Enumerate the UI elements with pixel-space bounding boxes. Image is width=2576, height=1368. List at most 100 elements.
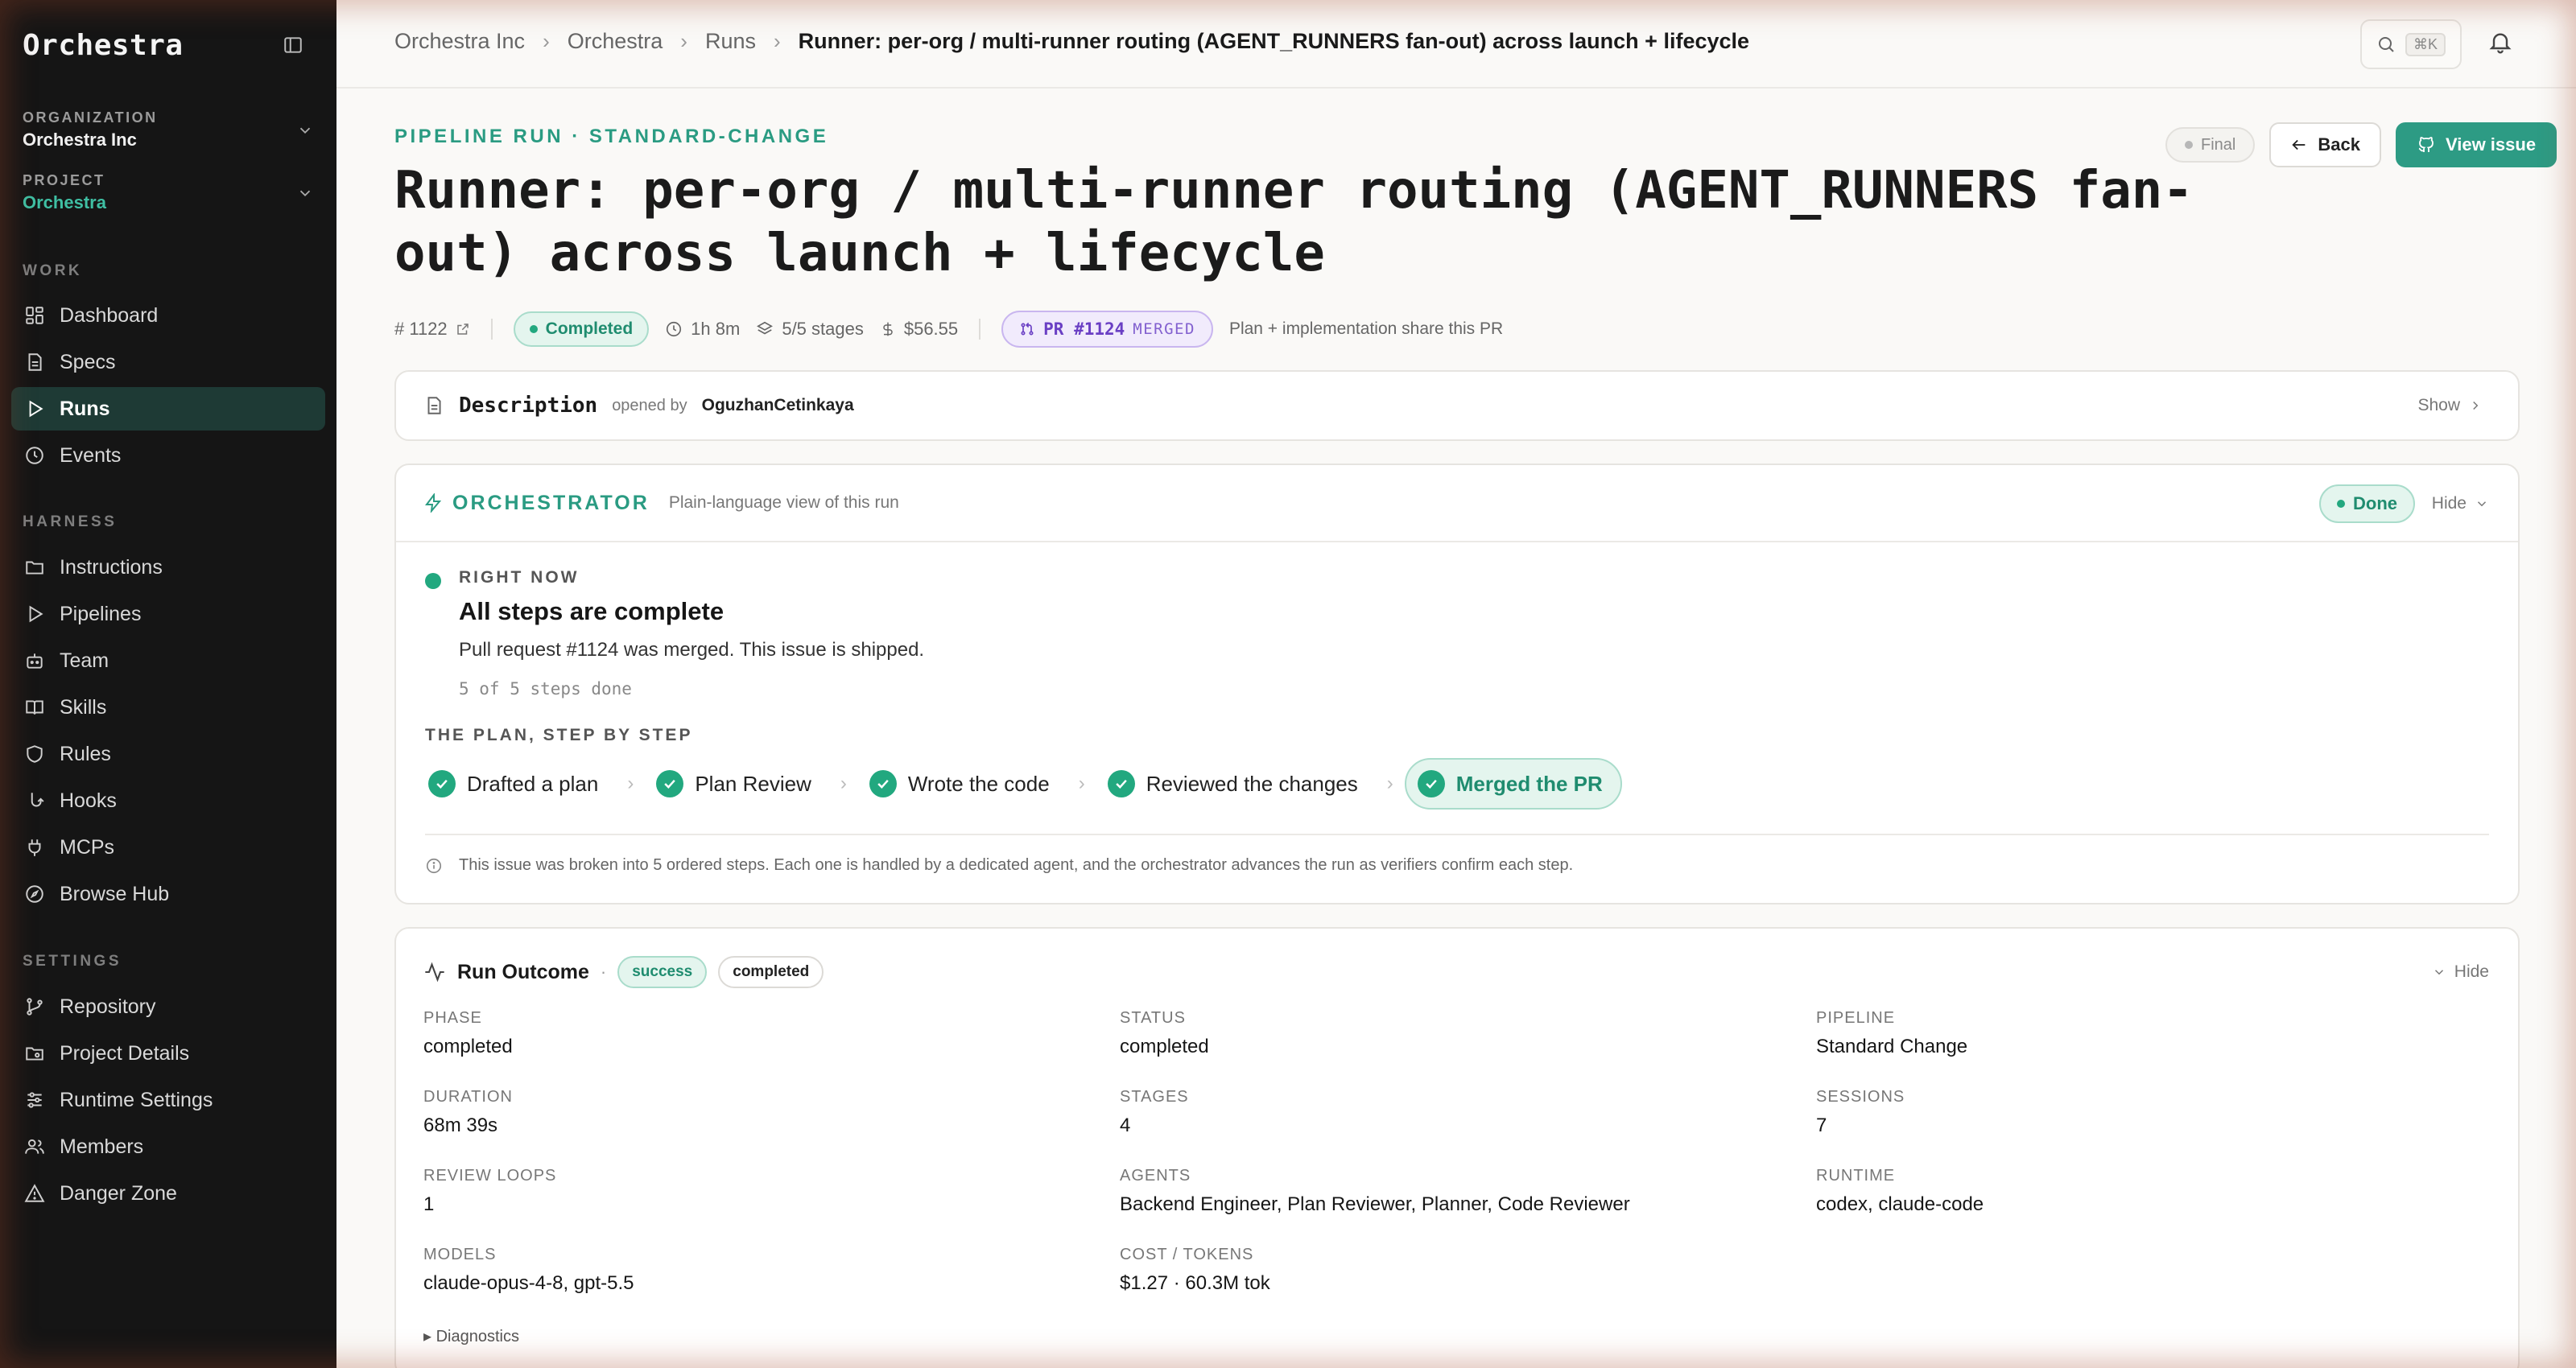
sidebar-item-label: Danger Zone [60, 1181, 177, 1205]
show-button[interactable]: Show [2417, 396, 2483, 415]
sidebar-item-danger-zone[interactable]: Danger Zone [11, 1172, 325, 1215]
status-dot [2185, 141, 2193, 149]
sidebar-item-rules[interactable]: Rules [11, 732, 325, 776]
pr-note: Plan + implementation share this PR [1228, 319, 1504, 338]
orchestrator-note-text: This issue was broken into 5 ordered ste… [459, 856, 1574, 874]
chevron-right-icon [2473, 401, 2479, 410]
sidebar-item-mcps[interactable]: MCPs [11, 826, 325, 869]
issue-link[interactable]: # 1122 [394, 319, 470, 340]
hide-label: Hide [2454, 962, 2489, 981]
plan-step[interactable]: Reviewed the changes [1096, 758, 1376, 810]
run-outcome-title: Run Outcome [457, 960, 589, 983]
author-name: OguzhanCetinkaya [701, 396, 854, 414]
brand-logo[interactable]: Orchestra [23, 29, 184, 62]
organization-switcher[interactable]: ORGANIZATION Orchestra Inc [23, 109, 314, 150]
field-agents: AGENTS Backend Engineer, Plan Reviewer, … [1120, 1167, 1630, 1216]
sidebar-item-instructions[interactable]: Instructions [11, 546, 325, 589]
sidebar-item-label: Dashboard [60, 303, 159, 327]
info-icon [426, 858, 442, 873]
done-badge: Done [2319, 484, 2415, 523]
header-actions: Final Back View issue [2165, 122, 2557, 167]
breadcrumb-project[interactable]: Orchestra [568, 29, 663, 54]
now-description: Pull request #1124 was merged. This issu… [459, 639, 925, 661]
sidebar-item-team[interactable]: Team [11, 639, 325, 682]
sidebar-item-runs[interactable]: Runs [11, 387, 325, 431]
chevron-right-icon: › [1078, 773, 1085, 794]
sidebar-item-browse-hub[interactable]: Browse Hub [11, 872, 325, 916]
sidebar-item-project-details[interactable]: Project Details [11, 1032, 325, 1075]
breadcrumb-runs[interactable]: Runs [705, 29, 756, 54]
done-text: Done [2353, 493, 2397, 513]
plan-step-current[interactable]: Merged the PR [1404, 758, 1622, 810]
final-label: Final [2201, 135, 2236, 154]
sidebar-item-runtime-settings[interactable]: Runtime Settings [11, 1078, 325, 1122]
field-status: STATUS completed [1120, 1009, 1209, 1058]
sidebar-item-label: Skills [60, 695, 107, 719]
check-icon [428, 770, 456, 797]
sidebar-item-label: Rules [60, 742, 111, 765]
sidebar-item-pipelines[interactable]: Pipelines [11, 592, 325, 636]
diagnostics-toggle[interactable]: ▸ Diagnostics [423, 1326, 519, 1346]
status-dot [2337, 500, 2345, 508]
field-key: MODELS [423, 1246, 497, 1263]
plan-step[interactable]: Wrote the code [858, 758, 1067, 810]
breadcrumb-org[interactable]: Orchestra Inc [394, 29, 525, 54]
users-icon [25, 1139, 44, 1154]
folder-icon [26, 561, 43, 575]
organization-value: Orchestra Inc [23, 130, 137, 150]
field-duration: DURATION 68m 39s [423, 1088, 513, 1137]
stages-meta: 5/5 stages [756, 319, 864, 340]
clock-icon [26, 447, 43, 464]
plan-step[interactable]: Plan Review [645, 758, 829, 810]
project-switcher[interactable]: PROJECT Orchestra [23, 172, 314, 213]
play-icon [29, 400, 43, 418]
hide-button[interactable]: Hide [2432, 962, 2489, 982]
now-title: All steps are complete [459, 597, 724, 625]
breadcrumb: Orchestra Inc › Orchestra › Runs › Runne… [394, 29, 1749, 54]
description-card[interactable]: Description opened by OguzhanCetinkaya S… [394, 370, 2520, 441]
document-icon [427, 397, 441, 414]
show-label: Show [2417, 396, 2460, 414]
sidebar-item-label: Runs [60, 397, 110, 420]
chevron-down-icon [299, 190, 311, 196]
sidebar-item-members[interactable]: Members [11, 1125, 325, 1168]
orchestrator-header: ORCHESTRATOR Plain-language view of this… [396, 465, 2518, 542]
check-icon [1417, 770, 1445, 797]
hide-button[interactable]: Hide [2432, 494, 2489, 513]
breadcrumb-current: Runner: per-org / multi-runner routing (… [798, 29, 1750, 53]
pr-badge[interactable]: PR #1124 MERGED [1001, 311, 1213, 348]
duration-meta: 1h 8m [665, 319, 740, 340]
external-link-icon [456, 323, 469, 335]
sidebar-item-label: Hooks [60, 789, 117, 812]
chevron-down-icon [299, 127, 311, 134]
hook-icon [31, 793, 44, 807]
field-key: COST / TOKENS [1120, 1246, 1254, 1263]
field-value: 1 [423, 1193, 435, 1215]
clock-icon [667, 321, 682, 337]
topbar: Orchestra Inc › Orchestra › Runs › Runne… [336, 0, 2576, 89]
view-issue-button[interactable]: View issue [2395, 122, 2557, 167]
steps-done-count: 5 of 5 steps done [459, 679, 632, 698]
sidebar-item-repository[interactable]: Repository [11, 985, 325, 1028]
plan-step[interactable]: Drafted a plan [417, 758, 616, 810]
sidebar-item-dashboard[interactable]: Dashboard [11, 294, 325, 337]
sidebar-item-label: MCPs [60, 835, 115, 859]
sidebar-item-skills[interactable]: Skills [11, 686, 325, 729]
sidebar-toggle-icon[interactable] [277, 29, 309, 61]
git-branch-icon [27, 998, 43, 1016]
field-key: STAGES [1120, 1088, 1189, 1106]
check-icon [869, 770, 897, 797]
dashboard-icon [26, 307, 43, 324]
issue-number: # 1122 [394, 319, 448, 339]
back-button[interactable]: Back [2269, 122, 2381, 167]
field-sessions: SESSIONS 7 [1816, 1088, 1905, 1137]
field-value: completed [1120, 1036, 1209, 1057]
bell-icon[interactable] [2487, 29, 2520, 61]
plan-steps: Drafted a plan › Plan Review › Wrote the… [417, 758, 1622, 810]
search-button[interactable]: ⌘K [2360, 19, 2462, 69]
duration-text: 1h 8m [691, 319, 741, 339]
sidebar-item-specs[interactable]: Specs [11, 340, 325, 384]
field-stages: STAGES 4 [1120, 1088, 1189, 1137]
sidebar-item-hooks[interactable]: Hooks [11, 779, 325, 822]
sidebar-item-events[interactable]: Events [11, 434, 325, 477]
